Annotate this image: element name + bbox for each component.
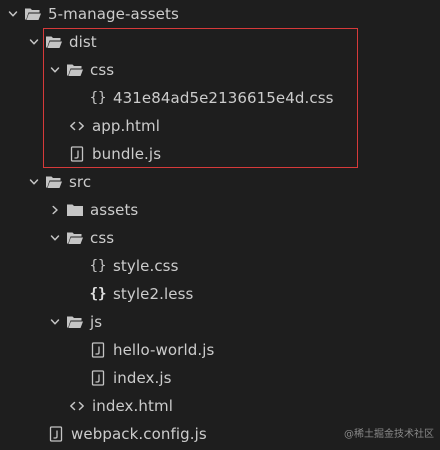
folder-open-icon bbox=[66, 229, 84, 247]
tree-item-label: src bbox=[69, 173, 92, 191]
folder-closed-icon bbox=[66, 201, 84, 219]
css-braces-icon: {} bbox=[89, 90, 107, 106]
tree-item-label: js bbox=[90, 313, 103, 331]
javascript-file-icon bbox=[68, 145, 86, 163]
file-explorer-tree: 5-manage-assets dist css {} 431e84ad5e21… bbox=[0, 0, 440, 450]
html-code-icon bbox=[68, 397, 86, 415]
tree-item-hello-world-js[interactable]: hello-world.js bbox=[0, 336, 440, 364]
chevron-right-icon[interactable] bbox=[48, 203, 62, 217]
tree-item-bundle-js[interactable]: bundle.js bbox=[0, 140, 440, 168]
tree-item-label: style2.less bbox=[113, 285, 194, 303]
tree-item-dist[interactable]: dist bbox=[0, 28, 440, 56]
tree-item-label: bundle.js bbox=[92, 145, 162, 163]
tree-item-label: hello-world.js bbox=[113, 341, 215, 359]
chevron-down-icon[interactable] bbox=[48, 231, 62, 245]
tree-item-app-html[interactable]: app.html bbox=[0, 112, 440, 140]
chevron-down-icon[interactable] bbox=[27, 35, 41, 49]
tree-item-src[interactable]: src bbox=[0, 168, 440, 196]
watermark: @稀土掘金技术社区 bbox=[344, 429, 434, 440]
tree-item-label: index.html bbox=[92, 397, 173, 415]
tree-item-label: css bbox=[90, 229, 115, 247]
tree-item-label: assets bbox=[90, 201, 139, 219]
tree-item-label: webpack.config.js bbox=[71, 425, 207, 443]
folder-open-icon bbox=[45, 33, 63, 51]
javascript-file-icon bbox=[89, 341, 107, 359]
tree-item-index-html[interactable]: index.html bbox=[0, 392, 440, 420]
css-braces-icon: {} bbox=[89, 258, 107, 274]
javascript-file-icon bbox=[89, 369, 107, 387]
tree-item-css-file[interactable]: {} 431e84ad5e2136615e4d.css bbox=[0, 84, 440, 112]
tree-item-label: index.js bbox=[113, 369, 172, 387]
tree-item-label: dist bbox=[69, 33, 97, 51]
less-braces-icon: {} bbox=[89, 286, 107, 302]
chevron-down-icon[interactable] bbox=[27, 175, 41, 189]
folder-open-icon bbox=[24, 5, 42, 23]
tree-item-label: style.css bbox=[113, 257, 179, 275]
tree-item-index-js[interactable]: index.js bbox=[0, 364, 440, 392]
tree-item-5-manage-assets[interactable]: 5-manage-assets bbox=[0, 0, 440, 28]
tree-item-label: 431e84ad5e2136615e4d.css bbox=[113, 89, 334, 107]
javascript-file-icon bbox=[47, 425, 65, 443]
html-code-icon bbox=[68, 117, 86, 135]
tree-item-src-assets[interactable]: assets bbox=[0, 196, 440, 224]
folder-open-icon bbox=[66, 61, 84, 79]
tree-item-label: css bbox=[90, 61, 115, 79]
chevron-down-icon[interactable] bbox=[48, 63, 62, 77]
folder-open-icon bbox=[66, 313, 84, 331]
chevron-down-icon[interactable] bbox=[6, 7, 20, 21]
tree-item-src-css[interactable]: css bbox=[0, 224, 440, 252]
tree-item-style2-less[interactable]: {} style2.less bbox=[0, 280, 440, 308]
folder-open-icon bbox=[45, 173, 63, 191]
tree-item-label: app.html bbox=[92, 117, 160, 135]
tree-item-label: 5-manage-assets bbox=[48, 5, 179, 23]
chevron-down-icon[interactable] bbox=[48, 315, 62, 329]
tree-item-dist-css[interactable]: css bbox=[0, 56, 440, 84]
tree-item-src-js[interactable]: js bbox=[0, 308, 440, 336]
tree-item-style-css[interactable]: {} style.css bbox=[0, 252, 440, 280]
